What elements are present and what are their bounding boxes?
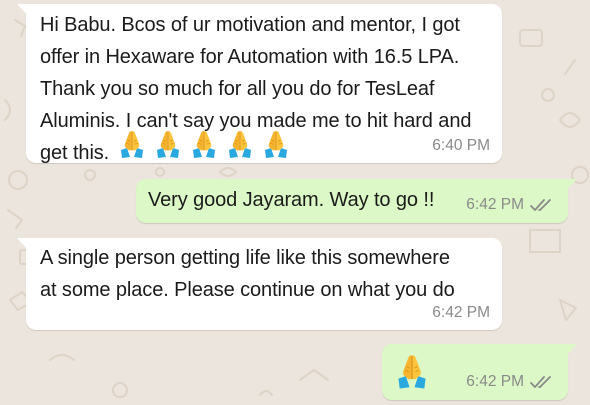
message-text: A single person getting life like this s… (40, 247, 455, 301)
message-meta: 6:42 PM (466, 373, 554, 391)
double-check-icon (530, 199, 551, 211)
folded-hands-icon (397, 354, 427, 390)
message-timestamp: 6:42 PM (466, 196, 524, 213)
folded-hands-icon (120, 130, 144, 158)
message-timestamp: 6:40 PM (432, 137, 490, 154)
message-bubble-outgoing[interactable]: Very good Jayaram. Way to go !! 6:42 PM (136, 179, 577, 223)
folded-hands-icon (192, 130, 216, 158)
folded-hands-icon (264, 130, 288, 158)
bubble-tail (17, 238, 29, 251)
double-check-icon (530, 376, 551, 388)
message-timestamp: 6:42 PM (432, 304, 490, 321)
message-bubble-incoming[interactable]: Hi Babu. Bcos of ur motivation and mento… (17, 4, 502, 164)
message-bubble-incoming[interactable]: A single person getting life like this s… (17, 238, 502, 330)
message-meta: 6:42 PM (466, 196, 554, 214)
bubble-tail (565, 179, 577, 192)
bubble-tail (17, 4, 29, 17)
message-meta: 6:42 PM (432, 304, 490, 322)
message-meta: 6:40 PM (432, 137, 490, 155)
bubble-tail (565, 344, 577, 357)
message-bubble-outgoing[interactable]: 6:42 PM (382, 344, 577, 400)
emoji-row (119, 128, 299, 158)
message-timestamp: 6:42 PM (466, 373, 524, 390)
folded-hands-icon (228, 130, 252, 158)
folded-hands-icon (156, 130, 180, 158)
